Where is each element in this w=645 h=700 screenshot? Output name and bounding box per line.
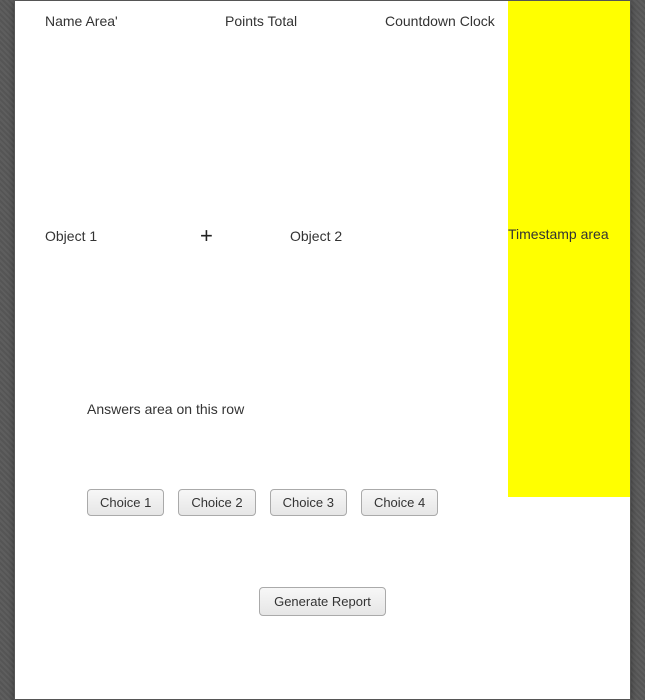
timestamp-label: Timestamp area <box>508 225 630 244</box>
generate-report-button[interactable]: Generate Report <box>259 587 386 616</box>
choice-1-button[interactable]: Choice 1 <box>87 489 164 516</box>
choice-3-button[interactable]: Choice 3 <box>270 489 347 516</box>
name-area-label: Name Area' <box>45 13 185 29</box>
page-canvas: Name Area' Points Total Countdown Clock … <box>14 0 631 700</box>
object-1-label: Object 1 <box>45 228 200 244</box>
choices-row: Choice 1 Choice 2 Choice 3 Choice 4 <box>87 489 438 516</box>
objects-row: Object 1 + Object 2 <box>45 223 440 249</box>
choice-2-button[interactable]: Choice 2 <box>178 489 255 516</box>
answers-row-label: Answers area on this row <box>87 401 244 417</box>
plus-icon: + <box>200 223 290 249</box>
timestamp-area: Timestamp area <box>508 1 630 497</box>
generate-report-row: Generate Report <box>15 587 630 616</box>
points-total-label: Points Total <box>225 13 345 29</box>
choice-4-button[interactable]: Choice 4 <box>361 489 438 516</box>
object-2-label: Object 2 <box>290 228 440 244</box>
